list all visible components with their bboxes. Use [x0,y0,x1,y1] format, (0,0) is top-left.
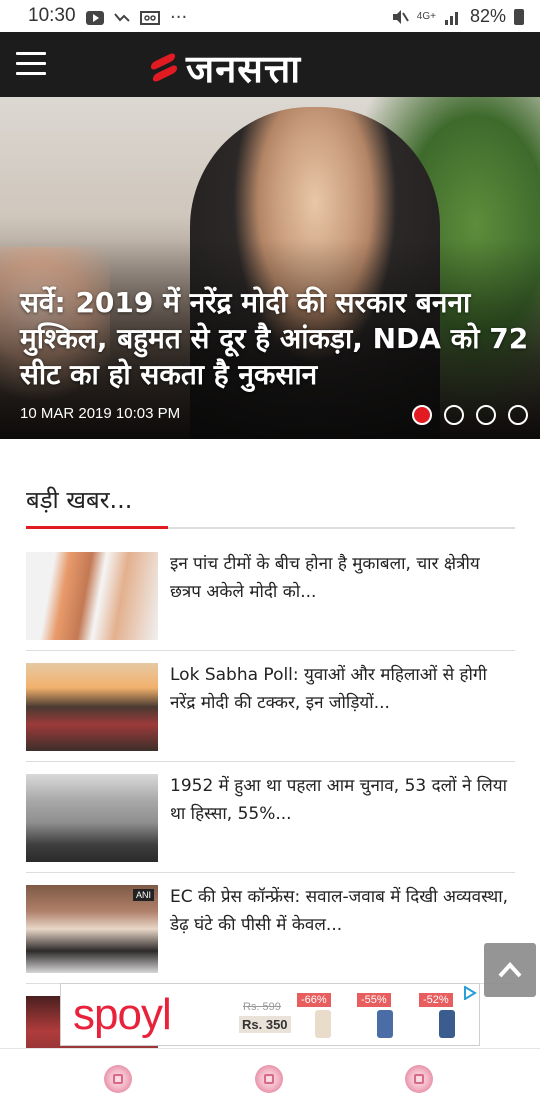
slider-dot-4[interactable] [508,405,528,425]
news-item[interactable]: 1952 में हुआ था पहला आम चुनाव, 53 दलों न… [26,762,515,873]
logo-mark-icon [150,51,178,85]
slider-dot-3[interactable] [476,405,496,425]
ad-old-price: Rs. 599 [243,1001,281,1013]
menu-icon[interactable] [16,52,46,76]
battery-icon [514,8,524,25]
ad-discount-badge: -55% [357,993,391,1007]
nav-item-home[interactable] [104,1065,134,1095]
status-bar: 10:30 ··· 4G+ 82% [0,0,540,32]
network-type: 4G+ [416,11,436,22]
slider-dots [412,405,528,425]
nav-middle-icon [255,1065,283,1093]
section-underline [26,526,168,529]
nav-home-icon [104,1065,132,1093]
logo-text: जनसत्ता [186,47,302,91]
news-item[interactable]: इन पांच टीमों के बीच होना है मुकाबला, चा… [26,540,515,651]
more-icon: ··· [170,7,188,28]
news-headline[interactable]: Lok Sabha Poll: युवाओं और महिलाओं से होग… [170,661,515,717]
ad-choices-icon[interactable] [463,986,477,1000]
missed-call-icon [114,12,130,22]
section-title: बड़ी खबर... [26,486,133,514]
news-headline[interactable]: EC की प्रेस कॉन्फ्रेंस: सवाल-जवाब में दि… [170,883,515,939]
nav-item-right[interactable] [405,1065,435,1095]
ad-product-image [377,1010,393,1038]
scroll-to-top-button[interactable] [484,943,536,997]
status-right: 4G+ 82% [391,6,524,27]
nav-right-icon [405,1065,433,1093]
news-item[interactable]: Lok Sabha Poll: युवाओं और महिलाओं से होग… [26,651,515,762]
ad-discount-badge: -52% [419,993,453,1007]
ad-product-image [315,1010,331,1038]
news-thumbnail [26,774,158,862]
nav-item-middle[interactable] [255,1065,285,1095]
news-headline[interactable]: इन पांच टीमों के बीच होना है मुकाबला, चा… [170,550,515,606]
battery-percent: 82% [469,6,506,26]
hero-slider[interactable]: सर्वे: 2019 में नरेंद्र मोदी की सरकार बन… [0,97,540,439]
chevron-up-icon [498,962,522,978]
ani-badge: ANI [132,889,154,901]
app-header: जनसत्ता [0,32,540,97]
section-header: बड़ी खबर... [26,483,515,529]
bottom-nav [0,1048,540,1110]
hero-date: 10 MAR 2019 10:03 PM [20,405,181,422]
status-time: 10:30 [28,5,76,26]
voicemail-icon [140,10,160,25]
ad-banner[interactable]: spoyl Rs. 599 Rs. 350 -66% -55% -52% [60,983,480,1046]
slider-dot-1[interactable] [412,405,432,425]
news-thumbnail: ANI [26,885,158,973]
news-thumbnail [26,552,158,640]
youtube-icon [86,10,104,25]
site-logo[interactable]: जनसत्ता [150,42,301,94]
ad-new-price: Rs. 350 [239,1016,291,1033]
hero-title[interactable]: सर्वे: 2019 में नरेंद्र मोदी की सरकार बन… [20,285,530,393]
ad-product-image [439,1010,455,1038]
ad-brand-logo: spoyl [73,990,172,1039]
slider-dot-2[interactable] [444,405,464,425]
signal-icon [444,11,458,25]
news-thumbnail [26,663,158,751]
news-headline[interactable]: 1952 में हुआ था पहला आम चुनाव, 53 दलों न… [170,772,515,828]
mute-icon [392,9,409,24]
notification-icons: ··· [86,7,187,28]
news-item[interactable]: ANI EC की प्रेस कॉन्फ्रेंस: सवाल-जवाब मे… [26,873,515,984]
ad-discount-badge: -66% [297,993,331,1007]
